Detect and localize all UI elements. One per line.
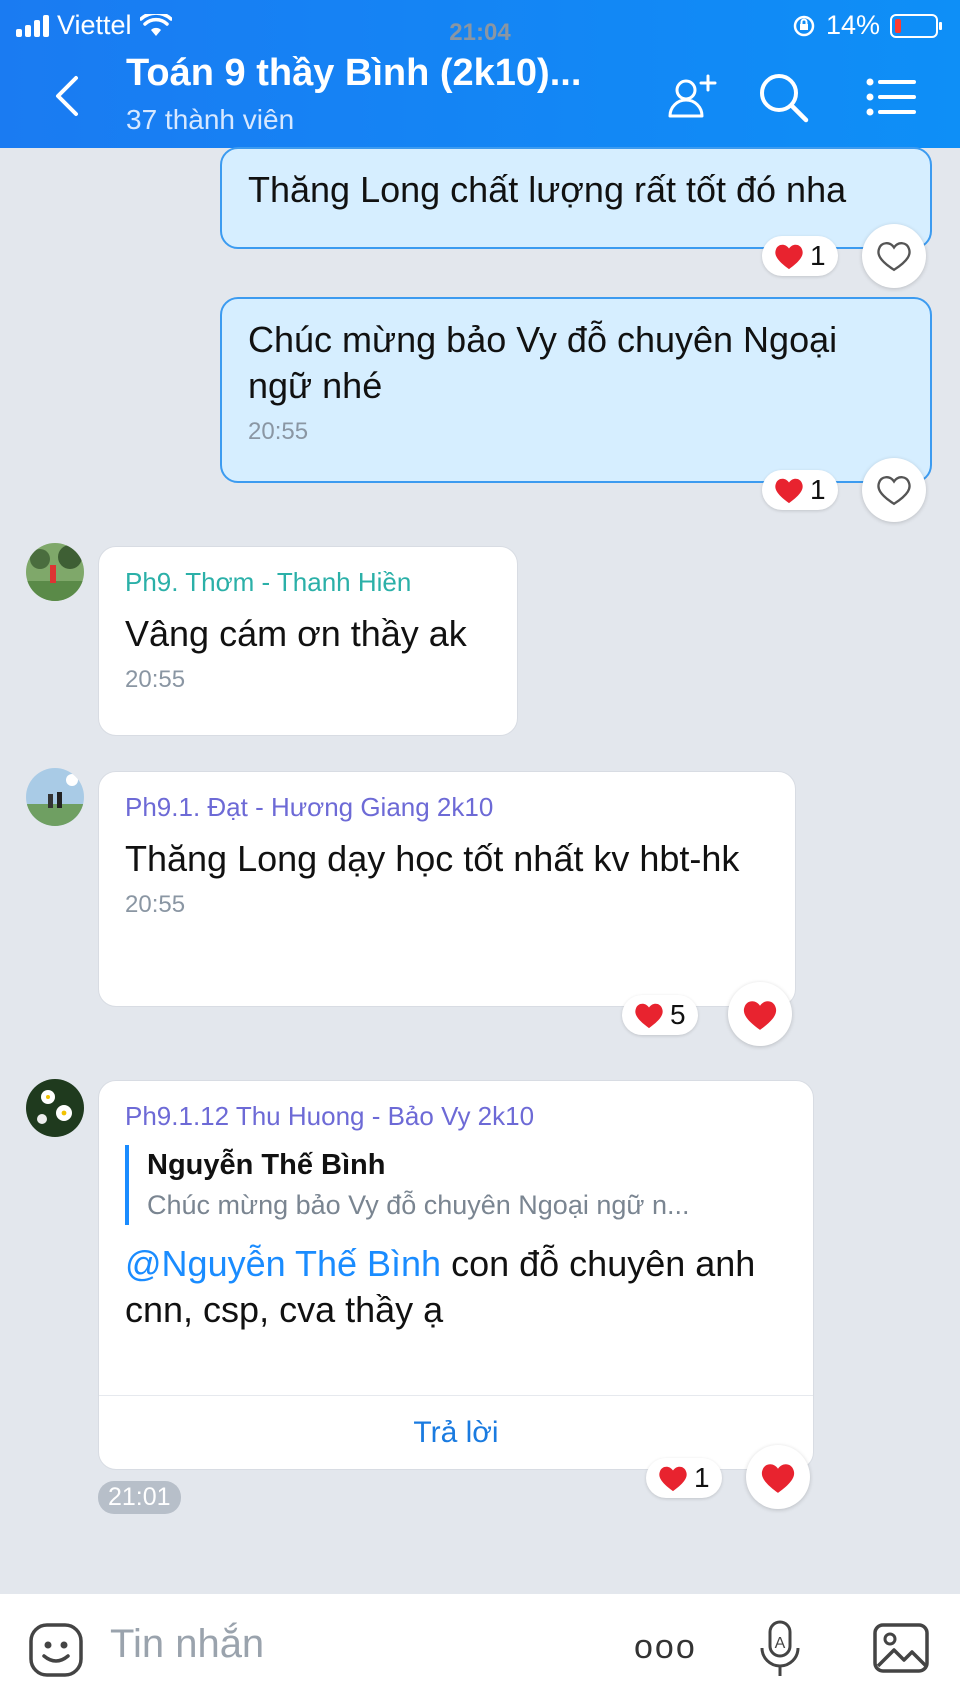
avatar[interactable] <box>26 768 84 826</box>
chat-title[interactable]: Toán 9 thầy Bình (2k10)... <box>126 52 581 95</box>
image-icon[interactable] <box>872 1622 930 1674</box>
message-text: Chúc mừng bảo Vy đỗ chuyên Ngoại ngữ nhé <box>248 319 838 406</box>
back-icon[interactable] <box>44 70 92 122</box>
menu-icon[interactable] <box>864 70 918 124</box>
orientation-lock-icon <box>793 15 815 36</box>
heart-icon <box>775 244 803 270</box>
mention-link[interactable]: @Nguyễn Thế Bình <box>125 1243 441 1284</box>
react-button[interactable] <box>728 982 792 1046</box>
battery-icon <box>890 13 942 38</box>
heart-icon <box>761 1463 795 1493</box>
reaction-number: 5 <box>670 999 686 1030</box>
reaction-count[interactable]: 5 <box>622 995 698 1035</box>
avatar[interactable] <box>26 543 84 601</box>
search-icon[interactable] <box>756 70 810 124</box>
reaction-count[interactable]: 1 <box>762 470 838 510</box>
message-input-bar: Tin nhắn ooo A <box>0 1594 960 1707</box>
react-button[interactable] <box>862 224 926 288</box>
message-time: 20:55 <box>125 891 186 918</box>
heart-icon <box>775 478 803 504</box>
quoted-text: Chúc mừng bảo Vy đỗ chuyên Ngoại ngữ n..… <box>147 1190 690 1220</box>
add-member-icon[interactable] <box>666 70 720 124</box>
quoted-author: Nguyễn Thế Bình <box>147 1149 386 1181</box>
more-options-icon[interactable]: ooo <box>634 1628 697 1667</box>
message-time: 20:55 <box>248 418 309 445</box>
reaction-number: 1 <box>694 1462 710 1493</box>
heart-icon <box>659 1466 687 1492</box>
message-text: Thăng Long dạy học tốt nhất kv hbt-hk <box>125 838 740 879</box>
heart-icon <box>743 1000 777 1030</box>
message-text-wrap: @Nguyễn Thế Bình con đỗ chuyên anh cnn, … <box>125 1241 787 1333</box>
sender-name[interactable]: Ph9.1.12 Thu Huong - Bảo Vy 2k10 <box>125 1099 787 1133</box>
voice-to-text-icon[interactable]: A <box>758 1620 802 1680</box>
sender-name[interactable]: Ph9. Thơm - Thanh Hiền <box>125 565 491 599</box>
chat-header: Viettel 21:04 14% Toán 9 thầy Bình (2k10… <box>0 0 960 148</box>
heart-outline-icon <box>877 242 911 272</box>
reaction-number: 1 <box>810 240 826 271</box>
message-bubble-mine[interactable]: Thăng Long chất lượng rất tốt đó nha <box>220 147 932 249</box>
react-button[interactable] <box>862 458 926 522</box>
react-button[interactable] <box>746 1445 810 1509</box>
message-time: 20:55 <box>125 666 186 693</box>
message-bubble-mine[interactable]: Chúc mừng bảo Vy đỗ chuyên Ngoại ngữ nhé… <box>220 297 932 483</box>
heart-outline-icon <box>877 476 911 506</box>
message-bubble[interactable]: Ph9. Thơm - Thanh Hiền Vâng cám ơn thầy … <box>98 546 518 736</box>
reply-message-bubble[interactable]: Ph9.1.12 Thu Huong - Bảo Vy 2k10 Nguyễn … <box>98 1080 814 1470</box>
reaction-count[interactable]: 1 <box>762 236 838 276</box>
member-count[interactable]: 37 thành viên <box>126 104 294 136</box>
avatar[interactable] <box>26 1079 84 1137</box>
reaction-count[interactable]: 1 <box>646 1458 722 1498</box>
message-input[interactable]: Tin nhắn <box>110 1622 264 1667</box>
sticker-icon[interactable] <box>28 1622 84 1678</box>
message-bubble[interactable]: Ph9.1. Đạt - Hương Giang 2k10 Thăng Long… <box>98 771 796 1007</box>
message-time: 21:01 <box>98 1481 181 1514</box>
heart-icon <box>635 1003 663 1029</box>
status-bar: Viettel 21:04 14% <box>0 6 960 46</box>
message-text: Thăng Long chất lượng rất tốt đó nha <box>248 169 847 210</box>
message-text: Vâng cám ơn thầy ak <box>125 613 467 654</box>
reaction-number: 1 <box>810 474 826 505</box>
quoted-message[interactable]: Nguyễn Thế Bình Chúc mừng bảo Vy đỗ chuy… <box>125 1145 787 1225</box>
battery-percent: 14% <box>825 10 880 40</box>
battery-info: 14% <box>792 10 942 41</box>
svg-text:A: A <box>775 1635 786 1652</box>
sender-name[interactable]: Ph9.1. Đạt - Hương Giang 2k10 <box>125 790 769 824</box>
